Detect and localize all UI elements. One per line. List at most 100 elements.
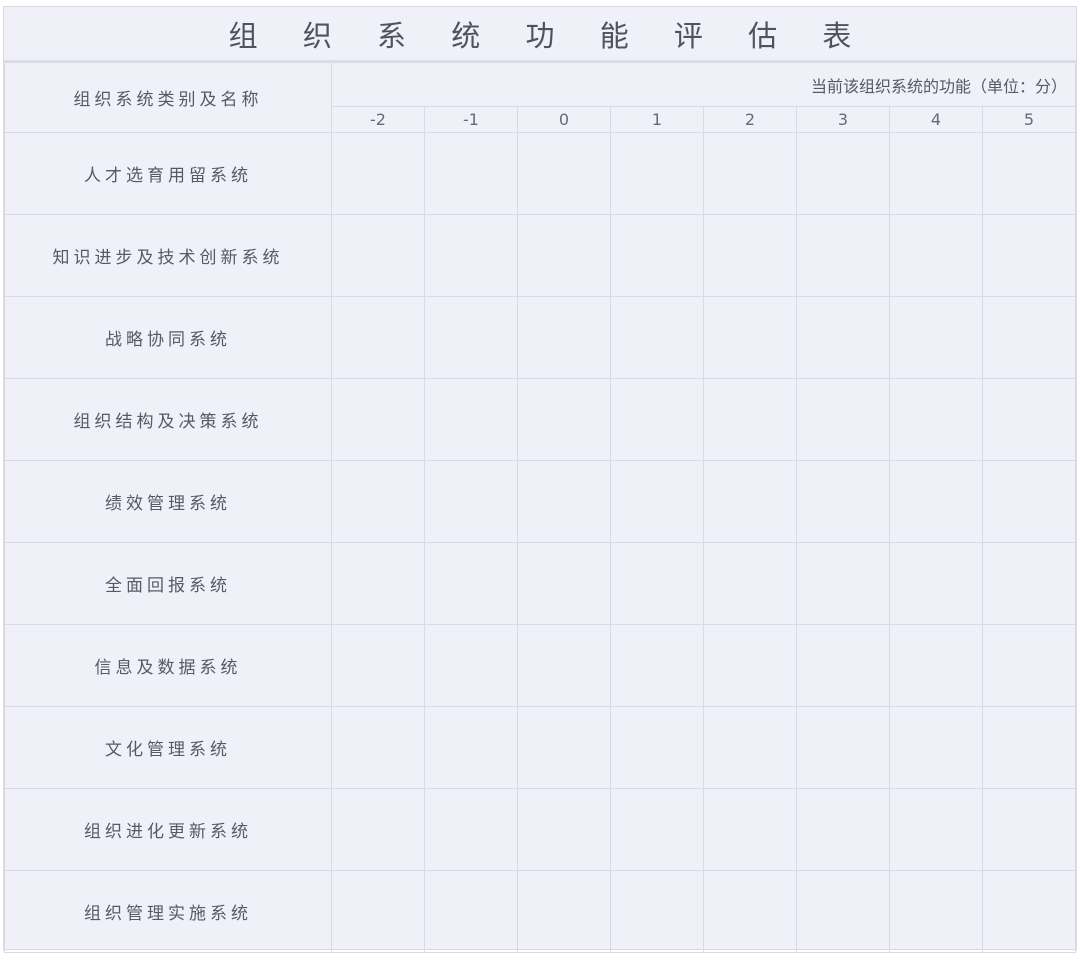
score-header: 2: [703, 106, 797, 133]
table-body: 人才选育用留系统 知识进步及技术创新系统 战略协同系统 组织结构及决策系统 绩效管理系统…: [4, 132, 1076, 953]
score-cell[interactable]: [889, 460, 983, 543]
score-cell[interactable]: [424, 460, 518, 543]
score-header: 1: [610, 106, 704, 133]
system-name: 组织结构及决策系统: [4, 378, 332, 461]
score-cell[interactable]: [517, 460, 611, 543]
score-cell[interactable]: [424, 788, 518, 871]
score-cell[interactable]: [331, 460, 425, 543]
score-cell[interactable]: [517, 870, 611, 953]
score-cell[interactable]: [424, 542, 518, 625]
score-cell[interactable]: [424, 132, 518, 215]
score-cell[interactable]: [982, 460, 1076, 543]
score-cell[interactable]: [889, 870, 983, 953]
score-cell[interactable]: [517, 542, 611, 625]
score-cell[interactable]: [610, 132, 704, 215]
score-cell[interactable]: [703, 214, 797, 297]
score-cell[interactable]: [796, 378, 890, 461]
score-cell[interactable]: [703, 624, 797, 707]
score-cell[interactable]: [424, 870, 518, 953]
score-cell[interactable]: [796, 296, 890, 379]
score-cell[interactable]: [331, 214, 425, 297]
score-cell[interactable]: [610, 214, 704, 297]
header-row: 组织系统类别及名称 当前该组织系统的功能（单位：分）: [4, 62, 1076, 133]
score-cell[interactable]: [796, 132, 890, 215]
score-cell[interactable]: [331, 378, 425, 461]
score-cell[interactable]: [610, 870, 704, 953]
table-row: 组织结构及决策系统: [4, 378, 1076, 461]
system-name: 战略协同系统: [4, 296, 332, 379]
score-cell[interactable]: [703, 542, 797, 625]
score-cell[interactable]: [610, 296, 704, 379]
score-cell[interactable]: [331, 296, 425, 379]
page-title: 组 织 系 统 功 能 评 估 表: [4, 7, 1076, 62]
system-name: 文化管理系统: [4, 706, 332, 789]
score-cell[interactable]: [424, 296, 518, 379]
score-cell[interactable]: [331, 788, 425, 871]
evaluation-sheet: 组 织 系 统 功 能 评 估 表 组织系统类别及名称 当前该组织系统的功能（单…: [3, 6, 1077, 953]
system-name: 组织进化更新系统: [4, 788, 332, 871]
score-cell[interactable]: [889, 214, 983, 297]
score-cell[interactable]: [331, 624, 425, 707]
score-cell[interactable]: [517, 378, 611, 461]
system-name: 信息及数据系统: [4, 624, 332, 707]
score-cell[interactable]: [982, 624, 1076, 707]
score-cell[interactable]: [610, 624, 704, 707]
score-cell[interactable]: [796, 460, 890, 543]
score-cell[interactable]: [796, 706, 890, 789]
score-cell[interactable]: [517, 132, 611, 215]
score-cell[interactable]: [889, 296, 983, 379]
score-cell[interactable]: [610, 788, 704, 871]
score-cell[interactable]: [517, 296, 611, 379]
score-cell[interactable]: [796, 542, 890, 625]
score-cell[interactable]: [424, 706, 518, 789]
score-cell[interactable]: [703, 706, 797, 789]
system-name: 知识进步及技术创新系统: [4, 214, 332, 297]
score-cell[interactable]: [610, 542, 704, 625]
score-cell[interactable]: [889, 132, 983, 215]
score-cell[interactable]: [331, 706, 425, 789]
score-header: -2: [331, 106, 425, 133]
score-cell[interactable]: [331, 132, 425, 215]
score-cell[interactable]: [424, 624, 518, 707]
system-name: 全面回报系统: [4, 542, 332, 625]
score-cell[interactable]: [610, 460, 704, 543]
score-cell[interactable]: [889, 624, 983, 707]
system-name: 绩效管理系统: [4, 460, 332, 543]
system-name: 组织管理实施系统: [4, 870, 332, 953]
score-cell[interactable]: [517, 788, 611, 871]
score-cell[interactable]: [424, 214, 518, 297]
score-cell[interactable]: [889, 542, 983, 625]
score-cell[interactable]: [889, 788, 983, 871]
score-cell[interactable]: [703, 788, 797, 871]
score-cell[interactable]: [889, 706, 983, 789]
score-cell[interactable]: [703, 132, 797, 215]
score-cell[interactable]: [331, 542, 425, 625]
score-cell[interactable]: [517, 214, 611, 297]
score-cell[interactable]: [703, 460, 797, 543]
score-cell[interactable]: [982, 788, 1076, 871]
score-cell[interactable]: [796, 214, 890, 297]
score-cell[interactable]: [796, 624, 890, 707]
score-cell[interactable]: [982, 542, 1076, 625]
unit-header: 当前该组织系统的功能（单位：分）: [331, 62, 1076, 107]
score-cell[interactable]: [982, 214, 1076, 297]
score-cell[interactable]: [982, 132, 1076, 215]
score-cell[interactable]: [703, 870, 797, 953]
score-cell[interactable]: [982, 870, 1076, 953]
score-cell[interactable]: [889, 378, 983, 461]
table-row: 全面回报系统: [4, 542, 1076, 625]
score-header: 5: [982, 106, 1076, 133]
score-cell[interactable]: [424, 378, 518, 461]
score-cell[interactable]: [796, 870, 890, 953]
score-cell[interactable]: [703, 378, 797, 461]
score-cell[interactable]: [982, 296, 1076, 379]
score-cell[interactable]: [796, 788, 890, 871]
score-cell[interactable]: [982, 378, 1076, 461]
score-cell[interactable]: [610, 706, 704, 789]
score-cell[interactable]: [331, 870, 425, 953]
score-cell[interactable]: [517, 624, 611, 707]
score-cell[interactable]: [610, 378, 704, 461]
score-cell[interactable]: [517, 706, 611, 789]
score-cell[interactable]: [982, 706, 1076, 789]
score-cell[interactable]: [703, 296, 797, 379]
